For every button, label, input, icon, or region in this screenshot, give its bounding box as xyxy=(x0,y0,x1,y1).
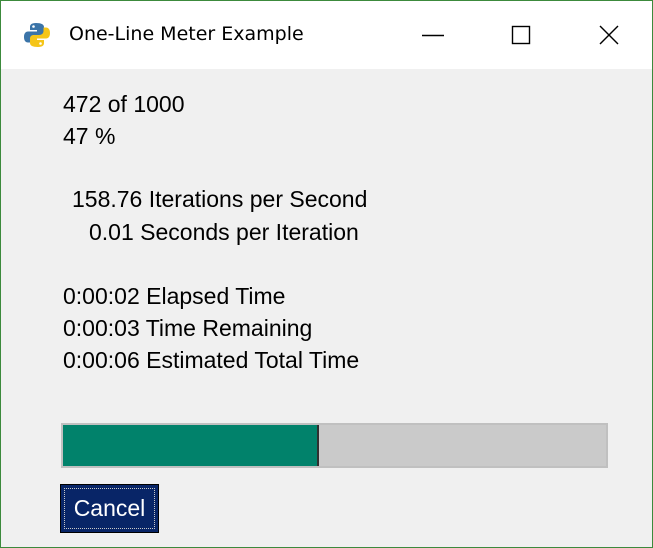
seconds-per-iteration-text: 0.01 Seconds per Iteration xyxy=(89,219,359,245)
window-title: One-Line Meter Example xyxy=(69,23,304,45)
title-bar[interactable]: One-Line Meter Example xyxy=(1,1,652,69)
focus-ring xyxy=(64,488,155,529)
progress-bar-fill xyxy=(63,425,320,466)
minimize-icon xyxy=(422,34,444,37)
meter-window: One-Line Meter Example 472 of 1000 47 % … xyxy=(0,0,653,548)
progress-bar xyxy=(61,423,608,468)
time-remaining-text: 0:00:03 Time Remaining xyxy=(63,315,313,341)
maximize-icon xyxy=(511,25,531,45)
estimated-total-text: 0:00:06 Estimated Total Time xyxy=(63,347,360,373)
minimize-button[interactable] xyxy=(387,1,479,69)
close-button[interactable] xyxy=(563,1,652,69)
python-icon xyxy=(24,23,50,47)
elapsed-time-text: 0:00:02 Elapsed Time xyxy=(63,283,286,309)
cancel-button[interactable]: Cancel xyxy=(60,484,159,533)
count-text: 472 of 1000 xyxy=(63,91,185,117)
meter-content: 472 of 1000 47 % 158.76 Iterations per S… xyxy=(1,69,652,547)
maximize-button[interactable] xyxy=(475,1,567,69)
close-icon xyxy=(599,25,619,45)
percent-text: 47 % xyxy=(63,123,116,149)
rate-text: 158.76 Iterations per Second xyxy=(72,186,368,212)
